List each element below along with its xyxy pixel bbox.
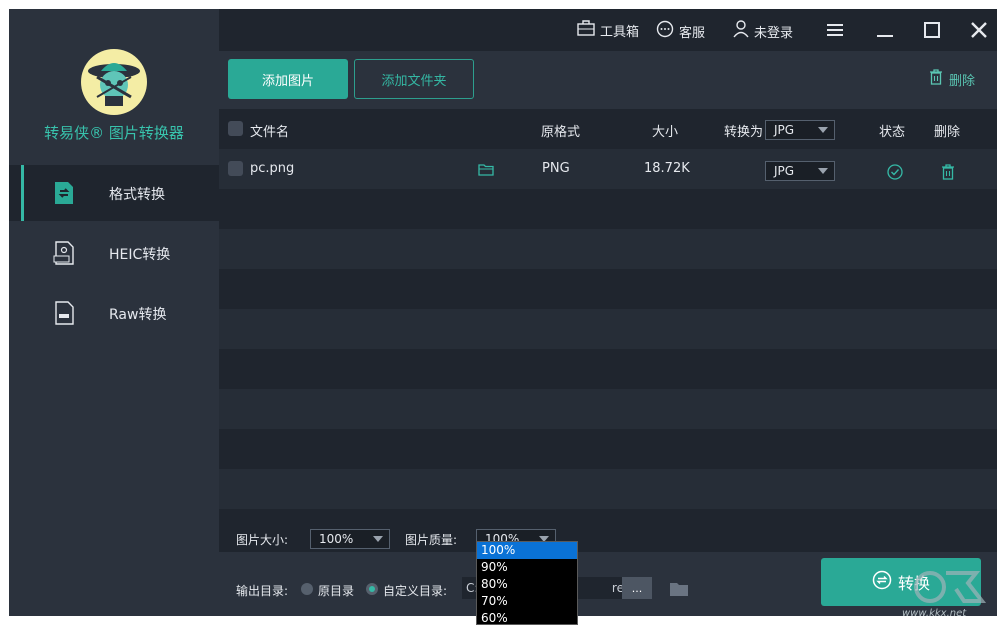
sidebar-item-heic-convert[interactable]: HEIC转换 (9, 225, 219, 281)
table-row-empty (219, 189, 997, 229)
app-window: 转易侠® 图片转换器 格式转换 HEIC转换 Raw转换 工具箱 客服 未登录 … (9, 9, 997, 616)
user-icon (733, 20, 749, 42)
table-row-empty (219, 309, 997, 349)
close-icon (966, 22, 992, 47)
table-row-empty (219, 389, 997, 429)
toolbar: 添加图片 添加文件夹 删除 (219, 51, 997, 109)
table-row-empty (219, 269, 997, 309)
open-folder-icon[interactable] (478, 163, 494, 180)
sidebar-item-raw-convert[interactable]: Raw转换 (9, 285, 219, 341)
chevron-down-icon (818, 127, 828, 133)
add-image-button[interactable]: 添加图片 (228, 59, 348, 99)
sidebar-item-label: Raw转换 (109, 307, 167, 323)
row-delete-icon[interactable] (941, 164, 955, 184)
row-format-select[interactable]: JPG (765, 161, 835, 181)
header-size: 大小 (652, 125, 679, 140)
output-dir-label: 输出目录: (236, 584, 289, 598)
folder-icon[interactable] (669, 581, 689, 601)
service-button[interactable]: 客服 (656, 20, 705, 42)
app-logo (81, 49, 147, 115)
file-table: 文件名 原格式 大小 转换为 JPG 状态 删除 pc.png PNG 18.7… (219, 109, 997, 519)
header-convert-to: 转换为 (724, 125, 764, 140)
trash-icon (929, 69, 943, 89)
chevron-down-icon (373, 536, 383, 542)
login-label: 未登录 (754, 25, 794, 41)
format-convert-icon (52, 181, 76, 205)
chevron-down-icon (818, 168, 828, 174)
image-size-select[interactable]: 100% (310, 529, 390, 549)
service-label: 客服 (679, 25, 706, 41)
header-original-format: 原格式 (541, 125, 581, 140)
status-check-icon (887, 164, 903, 184)
quality-dropdown-list: 100% 90% 80% 70% 60% (476, 541, 578, 625)
delete-all-label: 删除 (948, 73, 975, 89)
header-delete: 删除 (934, 125, 961, 140)
sidebar-item-label: 格式转换 (109, 187, 165, 203)
maximize-button[interactable] (919, 17, 945, 43)
original-dir-label: 原目录 (318, 584, 355, 598)
chat-icon (656, 20, 674, 42)
toolbox-label: 工具箱 (600, 24, 640, 40)
table-header: 文件名 原格式 大小 转换为 JPG 状态 删除 (219, 109, 997, 149)
row-format: PNG (542, 161, 570, 176)
row-checkbox[interactable] (228, 161, 243, 176)
maximize-icon (919, 22, 945, 47)
select-all-checkbox[interactable] (228, 121, 243, 136)
raw-icon (52, 301, 76, 325)
delete-all-button[interactable]: 删除 (929, 69, 975, 89)
custom-dir-radio[interactable] (366, 583, 378, 595)
watermark-logo-icon (914, 571, 987, 603)
header-status: 状态 (879, 125, 906, 140)
quality-option[interactable]: 100% (477, 542, 577, 559)
app-title: 转易侠® 图片转换器 (44, 124, 184, 142)
original-dir-radio[interactable] (301, 583, 313, 595)
sidebar: 转易侠® 图片转换器 格式转换 HEIC转换 Raw转换 (9, 9, 219, 616)
hamburger-icon (822, 24, 848, 47)
add-folder-button[interactable]: 添加文件夹 (354, 59, 474, 99)
row-format-value: JPG (774, 164, 795, 178)
table-row-empty (219, 229, 997, 269)
title-bar: 工具箱 客服 未登录 (219, 9, 997, 51)
minimize-button[interactable] (872, 17, 898, 43)
quality-option[interactable]: 90% (477, 559, 577, 576)
quality-option[interactable]: 80% (477, 576, 577, 593)
row-filename: pc.png (250, 161, 295, 176)
menu-button[interactable] (822, 17, 848, 43)
watermark-text: www.kkx.net (902, 608, 967, 619)
close-button[interactable] (966, 17, 992, 43)
login-button[interactable]: 未登录 (733, 20, 793, 42)
watermark: www.kkx.net (872, 565, 992, 621)
table-row-empty (219, 469, 997, 509)
table-row: pc.png PNG 18.72K JPG (219, 149, 997, 189)
toolbox-button[interactable]: 工具箱 (577, 20, 639, 40)
quality-option[interactable]: 70% (477, 593, 577, 610)
convert-all-format-select[interactable]: JPG (765, 120, 835, 140)
quality-option[interactable]: 60% (477, 610, 577, 624)
convert-all-format-value: JPG (774, 123, 795, 137)
heic-icon (52, 241, 76, 265)
sidebar-item-label: HEIC转换 (109, 247, 171, 263)
image-size-label: 图片大小: (236, 533, 289, 547)
row-size: 18.72K (644, 161, 690, 176)
minimize-icon (872, 32, 898, 47)
custom-dir-label: 自定义目录: (383, 584, 448, 598)
browse-button[interactable]: ... (622, 577, 652, 599)
table-row-empty (219, 429, 997, 469)
image-settings: 图片大小: 100% 图片质量: 100% (219, 519, 997, 552)
sidebar-item-format-convert[interactable]: 格式转换 (9, 165, 219, 221)
header-filename: 文件名 (250, 125, 290, 140)
image-size-value: 100% (319, 532, 354, 546)
table-row-empty (219, 349, 997, 389)
toolbox-icon (577, 20, 595, 40)
image-quality-label: 图片质量: (405, 533, 458, 547)
